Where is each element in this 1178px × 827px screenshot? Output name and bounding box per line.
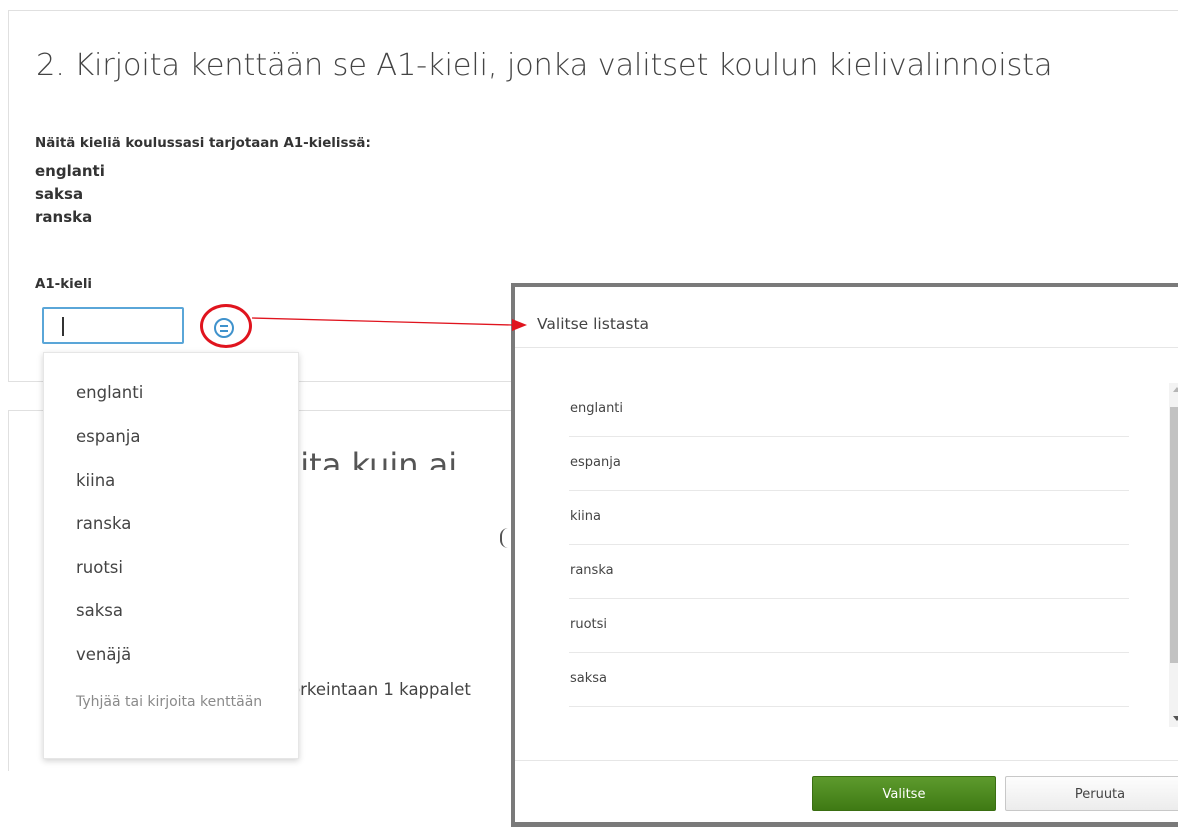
dropdown-item-ruotsi[interactable]: ruotsi bbox=[76, 557, 123, 579]
scroll-down-arrow-icon[interactable] bbox=[1173, 716, 1178, 721]
annotation-circle bbox=[200, 304, 252, 348]
dialog-list-item[interactable]: saksa bbox=[569, 653, 1129, 707]
a1-language-input[interactable] bbox=[42, 307, 184, 344]
a1-language-label: A1-kieli bbox=[35, 277, 92, 292]
dropdown-item-venaja[interactable]: venäjä bbox=[76, 644, 131, 666]
partial-heading-background: uita kuin ai bbox=[280, 446, 458, 470]
offered-language: englanti bbox=[35, 162, 105, 180]
dialog-header-divider bbox=[515, 347, 1178, 348]
scrollbar-thumb[interactable] bbox=[1170, 407, 1178, 663]
dropdown-item-saksa[interactable]: saksa bbox=[76, 600, 123, 622]
dialog-list-item[interactable]: kiina bbox=[569, 491, 1129, 545]
dropdown-item-espanja[interactable]: espanja bbox=[76, 426, 141, 448]
dialog-list-item[interactable]: ruotsi bbox=[569, 599, 1129, 653]
offered-language: ranska bbox=[35, 208, 93, 226]
dialog-list-item[interactable]: ranska bbox=[569, 545, 1129, 599]
scroll-up-arrow-icon[interactable] bbox=[1173, 387, 1178, 392]
dialog-footer-divider bbox=[515, 760, 1178, 761]
question-heading: 2. Kirjoita kenttään se A1-kieli, jonka … bbox=[36, 48, 1053, 83]
dropdown-item-ranska[interactable]: ranska bbox=[76, 513, 131, 535]
dialog-list: englanti espanja kiina ranska ruotsi sak… bbox=[569, 383, 1129, 713]
dialog-scrollbar[interactable] bbox=[1169, 383, 1178, 727]
dropdown-item-kiina[interactable]: kiina bbox=[76, 470, 115, 492]
dropdown-item-englanti[interactable]: englanti bbox=[76, 382, 143, 404]
offered-languages-intro: Näitä kieliä koulussasi tarjotaan A1-kie… bbox=[35, 136, 371, 151]
text-caret bbox=[62, 317, 64, 336]
dropdown-hint: Tyhjää tai kirjoita kenttään bbox=[76, 694, 263, 710]
dialog-list-item[interactable]: espanja bbox=[569, 437, 1129, 491]
dialog-list-item[interactable]: englanti bbox=[569, 383, 1129, 437]
offered-language: saksa bbox=[35, 185, 84, 203]
select-from-list-dialog: Valitse listasta englanti espanja kiina … bbox=[511, 283, 1178, 827]
cancel-button[interactable]: Peruuta bbox=[1005, 776, 1178, 811]
select-button[interactable]: Valitse bbox=[812, 776, 996, 811]
partial-text-background: orkeintaan 1 kappalet bbox=[290, 680, 471, 699]
language-dropdown: englanti espanja kiina ranska ruotsi sak… bbox=[43, 352, 299, 759]
dialog-title: Valitse listasta bbox=[537, 315, 650, 333]
offered-languages-list: englanti saksa ranska bbox=[35, 160, 105, 229]
